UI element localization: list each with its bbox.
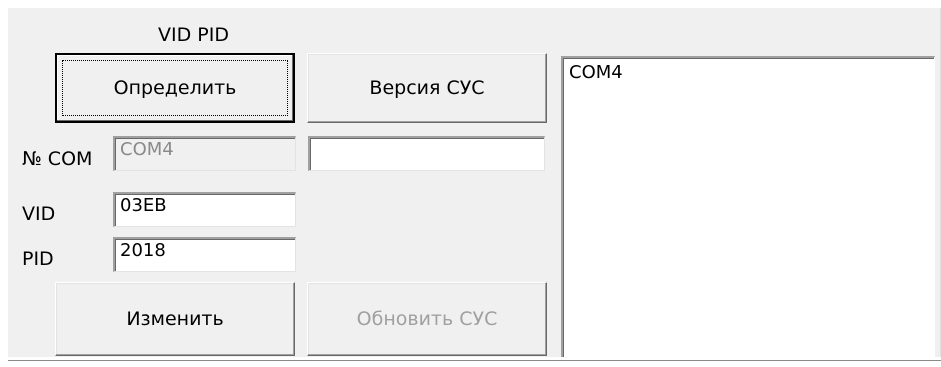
vid-pid-window: VID PID Определить Версия СУС № COM COM4…: [0, 0, 941, 367]
group-title-vid-pid: VID PID: [158, 24, 229, 46]
detect-button-label: Определить: [113, 77, 237, 99]
pid-label: PID: [22, 248, 54, 270]
vid-label: VID: [22, 203, 56, 225]
frame-top: [0, 0, 941, 8]
update-button[interactable]: Обновить СУС: [307, 282, 547, 356]
frame-bottom: [8, 357, 941, 367]
version-button-label: Версия СУС: [369, 77, 485, 99]
bottom-divider: [8, 360, 941, 361]
version-field[interactable]: [308, 136, 545, 171]
port-list[interactable]: COM4: [561, 56, 935, 358]
change-button[interactable]: Изменить: [55, 282, 295, 356]
list-item[interactable]: COM4: [569, 62, 928, 84]
change-button-label: Изменить: [126, 308, 224, 330]
pid-input[interactable]: 2018: [113, 237, 296, 272]
com-label: № COM: [22, 148, 93, 170]
version-button[interactable]: Версия СУС: [307, 53, 547, 123]
com-field[interactable]: COM4: [113, 136, 296, 171]
vid-input[interactable]: 03EB: [113, 192, 296, 227]
detect-button[interactable]: Определить: [55, 53, 295, 123]
update-button-label: Обновить СУС: [356, 308, 498, 330]
frame-left: [0, 0, 8, 367]
